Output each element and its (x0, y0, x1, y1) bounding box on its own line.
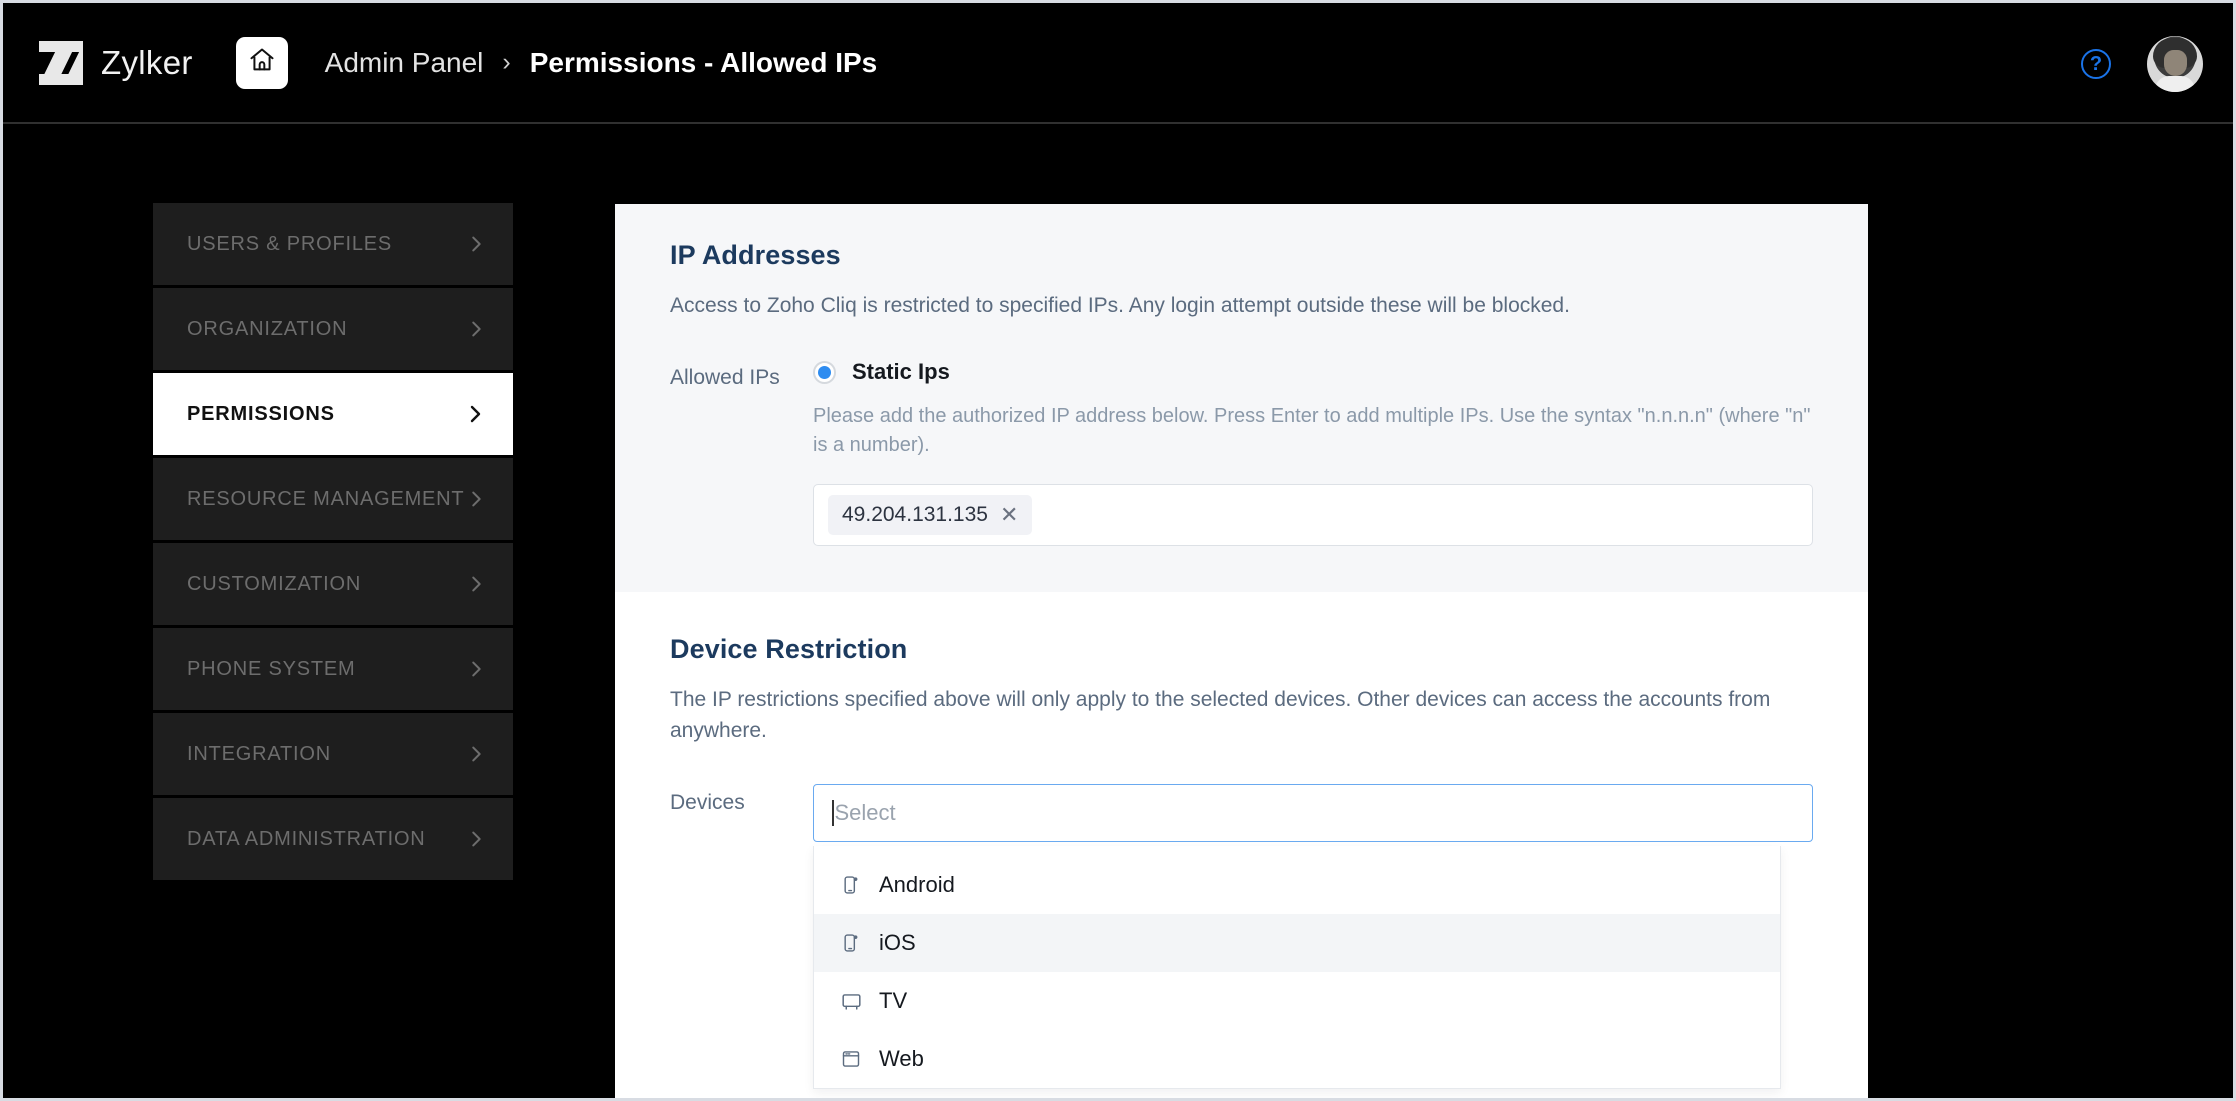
static-ips-label: Static Ips (852, 359, 950, 385)
devices-field-row: Devices Select Android iOS TV Web (670, 784, 1813, 1090)
allowed-ips-input[interactable]: 49.204.131.135 ✕ (813, 484, 1813, 547)
sidebar-item-integration[interactable]: INTEGRATION (153, 713, 513, 795)
avatar[interactable] (2147, 35, 2203, 92)
ip-addresses-section: IP Addresses Access to Zoho Cliq is rest… (615, 204, 1868, 593)
sidebar-item-permissions[interactable]: PERMISSIONS (153, 373, 513, 455)
device-restriction-title: Device Restriction (670, 634, 908, 665)
devices-select-wrapper: Select Android iOS TV Web (813, 784, 1813, 1090)
brand-name: Zylker (101, 43, 193, 81)
app-window: Zylker Admin Panel › Permissions - Allow… (0, 0, 2236, 1101)
sidebar-item-customization[interactable]: CUSTOMIZATION (153, 543, 513, 625)
sidebar-item-data-administration[interactable]: DATA ADMINISTRATION (153, 798, 513, 880)
top-bar: Zylker Admin Panel › Permissions - Allow… (3, 3, 2233, 124)
home-button[interactable] (235, 36, 288, 89)
ip-addresses-description: Access to Zoho Cliq is restricted to spe… (670, 294, 1570, 317)
dropdown-option-web[interactable]: Web (814, 1030, 1780, 1088)
devices-dropdown-list: Android iOS TV Web (813, 846, 1781, 1090)
chevron-right-icon (465, 488, 487, 510)
sidebar-item-organization[interactable]: ORGANIZATION (153, 288, 513, 370)
browser-window-icon (840, 1048, 862, 1070)
sidebar-item-label: CUSTOMIZATION (187, 572, 362, 595)
static-ips-radio-option[interactable]: Static Ips (813, 359, 1813, 385)
sidebar: USERS & PROFILES ORGANIZATION PERMISSION… (153, 203, 513, 883)
text-caret (832, 800, 834, 827)
chevron-right-icon (465, 573, 487, 595)
devices-label: Devices (670, 791, 745, 815)
ip-tag-value: 49.204.131.135 (842, 503, 988, 527)
zylker-z-logo-icon (39, 40, 83, 85)
sidebar-item-label: DATA ADMINISTRATION (187, 827, 426, 850)
radio-button-static-ips[interactable] (813, 360, 836, 384)
breadcrumb: Admin Panel › Permissions - Allowed IPs (325, 47, 878, 79)
chevron-right-icon (465, 233, 487, 255)
breadcrumb-admin-panel[interactable]: Admin Panel (325, 47, 484, 79)
dropdown-option-ios[interactable]: iOS (814, 914, 1780, 973)
sidebar-item-phone-system[interactable]: PHONE SYSTEM (153, 628, 513, 710)
dropdown-option-label: TV (879, 988, 908, 1014)
top-bar-actions: ? (2081, 3, 2203, 124)
chevron-right-icon (465, 658, 487, 680)
ip-tag: 49.204.131.135 ✕ (828, 495, 1033, 536)
dropdown-option-tv[interactable]: TV (814, 972, 1780, 1030)
chevron-right-icon: › (502, 48, 511, 76)
tv-monitor-icon (840, 990, 862, 1012)
sidebar-item-users-profiles[interactable]: USERS & PROFILES (153, 203, 513, 285)
chevron-right-icon (463, 402, 487, 426)
help-question-icon[interactable]: ? (2081, 48, 2111, 79)
mobile-phone-icon (840, 874, 862, 896)
sidebar-item-label: ORGANIZATION (187, 317, 348, 340)
chevron-right-icon (465, 318, 487, 340)
dropdown-option-label: iOS (879, 930, 916, 956)
close-icon[interactable]: ✕ (1000, 504, 1018, 526)
dropdown-option-label: Web (879, 1046, 924, 1072)
dropdown-option-label: Android (879, 872, 955, 898)
sidebar-item-label: RESOURCE MANAGEMENT (187, 487, 465, 510)
sidebar-item-label: PERMISSIONS (187, 402, 335, 425)
allowed-ips-field-row: Allowed IPs Static Ips Please add the au… (670, 359, 1813, 547)
mobile-phone-icon (840, 932, 862, 954)
chevron-right-icon (465, 828, 487, 850)
dropdown-option-android[interactable]: Android (814, 856, 1780, 914)
devices-select-placeholder: Select (834, 800, 896, 826)
sidebar-item-label: INTEGRATION (187, 742, 331, 765)
chevron-right-icon (465, 743, 487, 765)
sidebar-item-resource-management[interactable]: RESOURCE MANAGEMENT (153, 458, 513, 540)
brand[interactable]: Zylker (39, 40, 193, 85)
allowed-ips-label: Allowed IPs (670, 366, 780, 390)
content-panel: IP Addresses Access to Zoho Cliq is rest… (615, 204, 1868, 1098)
ip-addresses-title: IP Addresses (670, 240, 841, 270)
sidebar-item-label: USERS & PROFILES (187, 232, 393, 255)
home-icon (248, 46, 276, 79)
device-restriction-section: Device Restriction The IP restrictions s… (615, 592, 1868, 1090)
breadcrumb-current-page: Permissions - Allowed IPs (529, 46, 878, 78)
allowed-ips-body: Static Ips Please add the authorized IP … (813, 359, 1813, 547)
allowed-ips-hint: Please add the authorized IP address bel… (813, 405, 1811, 457)
sidebar-item-label: PHONE SYSTEM (187, 657, 356, 680)
device-restriction-description: The IP restrictions specified above will… (670, 688, 1771, 742)
devices-select-input[interactable]: Select (813, 784, 1813, 843)
